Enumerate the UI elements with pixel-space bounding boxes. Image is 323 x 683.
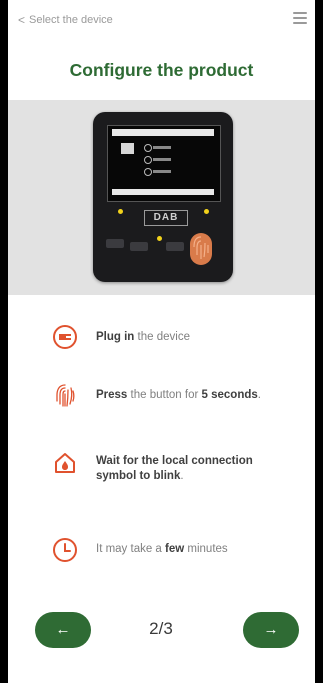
device-key: [130, 242, 148, 251]
led-indicator: [118, 209, 123, 214]
back-link[interactable]: < Select the device: [18, 13, 113, 27]
device-controller-image: DAB: [93, 112, 233, 282]
plug-icon: [53, 325, 77, 349]
previous-button[interactable]: ←: [35, 612, 91, 648]
arrow-left-icon: ←: [55, 621, 71, 638]
clock-icon: [53, 538, 77, 562]
device-illustration: DAB: [8, 100, 315, 295]
pager-nav: ← 2/3 →: [8, 612, 315, 664]
app-screen: < Select the device Configure the produc…: [8, 0, 315, 683]
back-link-label: Select the device: [29, 14, 113, 26]
next-button[interactable]: →: [243, 612, 299, 648]
step-text: Wait for the local connection symbol to …: [96, 455, 253, 482]
fingerprint-button-image: [190, 233, 212, 265]
led-indicator: [204, 209, 209, 214]
page-indicator: 2/3: [149, 619, 173, 638]
top-bar: < Select the device: [8, 0, 315, 46]
led-indicator: [157, 236, 162, 241]
house-drop-icon: [55, 453, 75, 473]
step-text: Press the button for 5 seconds.: [96, 389, 261, 401]
dab-logo: DAB: [144, 210, 188, 226]
device-key: [166, 242, 184, 251]
chevron-left-icon: <: [18, 13, 26, 27]
step-text: Plug in the device: [96, 331, 190, 343]
hamburger-menu-icon[interactable]: [293, 12, 307, 24]
step-text: It may take a few minutes: [96, 543, 228, 555]
page-title: Configure the product: [69, 60, 254, 80]
arrow-right-icon: →: [263, 621, 279, 638]
device-key: [106, 239, 124, 248]
fingerprint-icon: [56, 384, 75, 407]
device-display: [107, 125, 221, 202]
